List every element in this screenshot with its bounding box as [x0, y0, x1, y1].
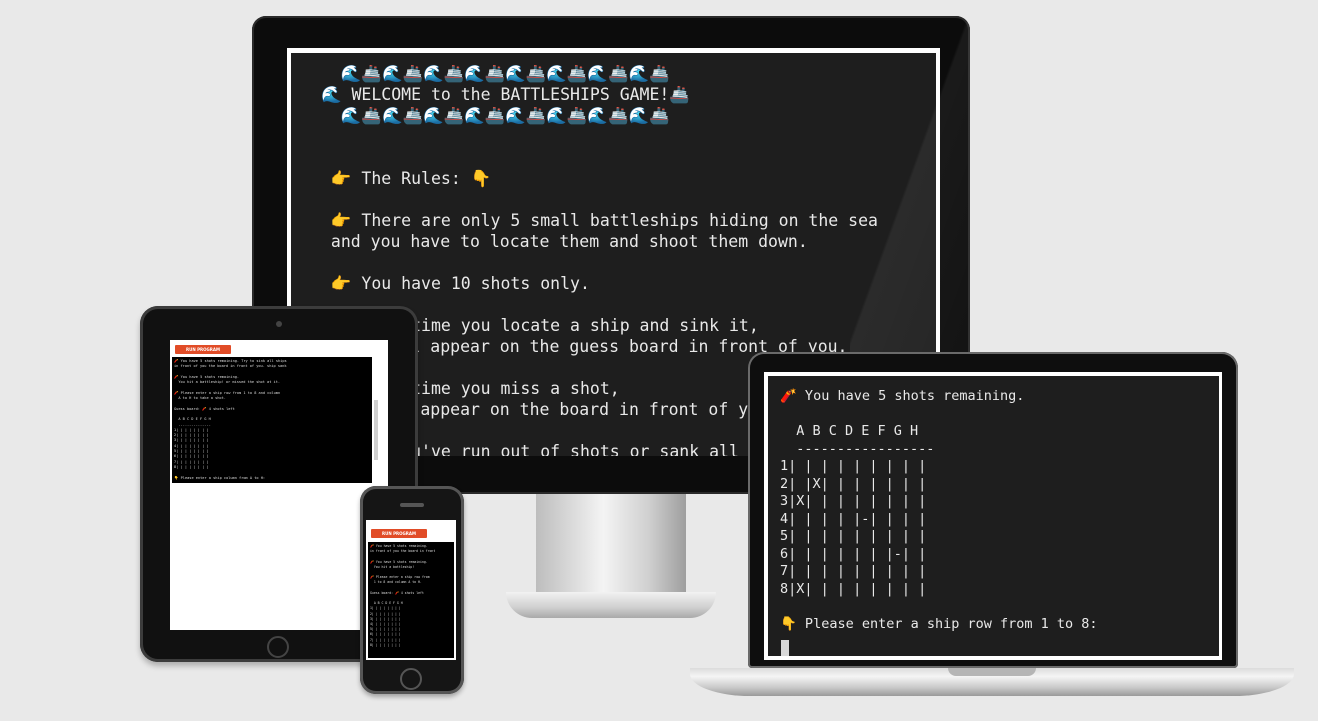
terminal-cursor: [781, 640, 789, 656]
tablet-screen: RUN PROGRAM 🧨 You have 5 shots remaining…: [170, 340, 388, 630]
phone-terminal[interactable]: 🧨 You have 5 shots remaining. in front o…: [368, 542, 454, 658]
tablet-run-program-button[interactable]: RUN PROGRAM: [175, 345, 231, 354]
phone-speaker-icon: [400, 503, 424, 507]
desktop-monitor-stand: [536, 494, 686, 598]
tablet-terminal[interactable]: 🧨 You have 5 shots remaining. Try to sin…: [172, 357, 372, 483]
tablet-scrollbar[interactable]: [374, 400, 378, 460]
laptop-terminal-text: 🧨 You have 5 shots remaining. A B C D E …: [780, 388, 1098, 632]
phone-run-program-button[interactable]: RUN PROGRAM: [371, 529, 427, 538]
laptop-notch: [948, 668, 1036, 676]
phone-home-button[interactable]: [400, 668, 422, 690]
laptop-terminal[interactable]: 🧨 You have 5 shots remaining. A B C D E …: [768, 376, 1219, 656]
tablet-terminal-text: 🧨 You have 5 shots remaining. Try to sin…: [174, 359, 287, 480]
phone-terminal-text: 🧨 You have 5 shots remaining. in front o…: [370, 544, 436, 647]
tablet-home-button[interactable]: [267, 636, 289, 658]
tablet-camera-icon: [276, 321, 282, 327]
desktop-monitor-base: [506, 592, 716, 618]
phone-screen: RUN PROGRAM 🧨 You have 5 shots remaining…: [366, 520, 456, 660]
